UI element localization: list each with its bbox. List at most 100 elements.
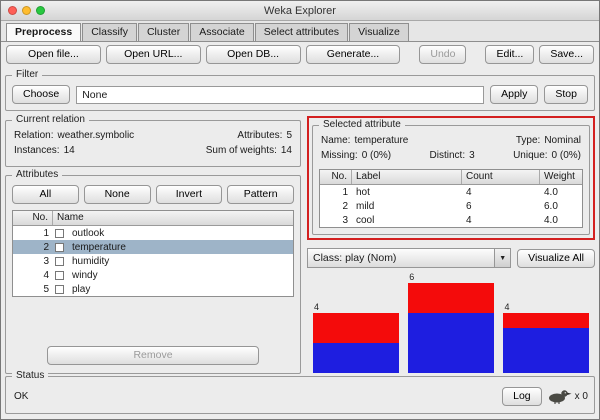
label-no: 2 (320, 201, 352, 212)
missing-label: Missing: (321, 150, 358, 165)
attributes-panel: Attributes All None Invert Pattern No. N… (5, 175, 301, 374)
label-weight: 6.0 (540, 201, 582, 212)
selected-attribute-title: Selected attribute (319, 119, 405, 130)
instances-value: 14 (64, 145, 75, 160)
column-header-label[interactable]: Label (352, 170, 462, 184)
none-button[interactable]: None (84, 185, 151, 204)
tab-cluster[interactable]: Cluster (138, 23, 189, 41)
edit-button[interactable]: Edit... (485, 45, 534, 64)
instances-label: Instances: (14, 145, 60, 160)
chevron-down-icon[interactable]: ▼ (494, 249, 510, 267)
distinct-value: 3 (469, 150, 475, 165)
open-file-button[interactable]: Open file... (6, 45, 101, 64)
apply-filter-button[interactable]: Apply (490, 85, 538, 104)
bar-count-label: 4 (313, 302, 399, 312)
histogram-bar-cool: 4 (503, 302, 589, 373)
distinct-label: Distinct: (430, 150, 466, 165)
stop-filter-button[interactable]: Stop (544, 85, 588, 104)
attribute-row-windy[interactable]: 4 windy (13, 268, 293, 282)
bar-count-label: 4 (503, 302, 589, 312)
attribute-checkbox[interactable] (55, 271, 64, 280)
attributes-title: Attributes (12, 169, 62, 180)
attribute-name: humidity (68, 256, 293, 267)
attribute-name: temperature (68, 242, 293, 253)
tab-bar: Preprocess Classify Cluster Associate Se… (1, 21, 599, 42)
class-combobox-value: Class: play (Nom) (308, 252, 494, 264)
attribute-row-play[interactable]: 5 play (13, 282, 293, 296)
annotation-highlight-box: Selected attribute Name: temperature Typ… (307, 116, 595, 240)
selected-attribute-panel: Selected attribute Name: temperature Typ… (312, 125, 590, 235)
unique-label: Unique: (513, 150, 547, 165)
attribute-checkbox[interactable] (55, 285, 64, 294)
relation-label: Relation: (14, 130, 53, 145)
attributes-count-value: 5 (286, 130, 292, 145)
attribute-checkbox[interactable] (55, 229, 64, 238)
main-area: Current relation Relation: weather.symbo… (1, 114, 599, 374)
window-title: Weka Explorer (1, 5, 599, 17)
open-db-button[interactable]: Open DB... (206, 45, 301, 64)
row-number: 3 (13, 256, 53, 267)
attribute-name: play (68, 284, 293, 295)
tab-classify[interactable]: Classify (82, 23, 137, 41)
save-button[interactable]: Save... (539, 45, 594, 64)
log-button[interactable]: Log (502, 387, 542, 406)
open-url-button[interactable]: Open URL... (106, 45, 201, 64)
current-relation-title: Current relation (12, 114, 89, 125)
label-row-hot[interactable]: 1 hot 4 4.0 (320, 185, 582, 199)
label-count: 6 (462, 201, 540, 212)
histogram-bar-hot: 4 (313, 302, 399, 373)
label-row-cool[interactable]: 3 cool 4 4.0 (320, 213, 582, 227)
status-title: Status (12, 370, 48, 381)
attr-name-label: Name: (321, 135, 350, 150)
tab-visualize[interactable]: Visualize (349, 23, 409, 41)
filter-value-field[interactable]: None (76, 86, 484, 104)
relation-value: weather.symbolic (57, 130, 134, 145)
label-row-mild[interactable]: 2 mild 6 6.0 (320, 199, 582, 213)
sum-of-weights-label: Sum of weights: (206, 145, 277, 160)
attr-type-value: Nominal (544, 135, 581, 150)
attribute-row-outlook[interactable]: 1 outlook (13, 226, 293, 240)
label-no: 1 (320, 187, 352, 198)
attr-name-value: temperature (354, 135, 408, 150)
bar-count-label: 6 (408, 272, 494, 282)
weka-bird-icon: x 0 (548, 388, 588, 404)
class-combobox[interactable]: Class: play (Nom) ▼ (307, 248, 511, 268)
label-weight: 4.0 (540, 215, 582, 226)
choose-filter-button[interactable]: Choose (12, 85, 70, 104)
label-weight: 4.0 (540, 187, 582, 198)
label-no: 3 (320, 215, 352, 226)
title-bar: Weka Explorer (1, 1, 599, 21)
missing-value: 0 (0%) (362, 150, 391, 165)
attribute-row-humidity[interactable]: 3 humidity (13, 254, 293, 268)
undo-button: Undo (419, 45, 466, 64)
status-text: OK (12, 391, 502, 402)
tab-select-attributes[interactable]: Select attributes (255, 23, 348, 41)
label-name: hot (352, 187, 462, 198)
invert-button[interactable]: Invert (156, 185, 223, 204)
attributes-count-label: Attributes: (237, 130, 282, 145)
label-name: cool (352, 215, 462, 226)
label-count: 4 (462, 215, 540, 226)
tab-preprocess[interactable]: Preprocess (6, 23, 81, 41)
attribute-name: windy (68, 270, 293, 281)
pattern-button[interactable]: Pattern (227, 185, 294, 204)
visualize-all-button[interactable]: Visualize All (517, 249, 595, 268)
remove-button: Remove (47, 346, 259, 365)
tab-associate[interactable]: Associate (190, 23, 254, 41)
column-header-no[interactable]: No. (13, 211, 53, 225)
column-header-count[interactable]: Count (462, 170, 540, 184)
attribute-row-temperature[interactable]: 2 temperature (13, 240, 293, 254)
attribute-checkbox[interactable] (55, 243, 64, 252)
histogram-bar-mild: 6 (408, 272, 494, 373)
attr-type-label: Type: (516, 135, 540, 150)
row-number: 2 (13, 242, 53, 253)
filter-title: Filter (12, 69, 42, 80)
attribute-checkbox[interactable] (55, 257, 64, 266)
attributes-table: No. Name 1 outlook 2 temperature 3 humid… (12, 210, 294, 297)
unique-value: 0 (0%) (552, 150, 581, 165)
column-header-weight[interactable]: Weight (540, 170, 582, 184)
all-button[interactable]: All (12, 185, 79, 204)
generate-button[interactable]: Generate... (306, 45, 401, 64)
column-header-no[interactable]: No. (320, 170, 352, 184)
column-header-name[interactable]: Name (53, 211, 293, 225)
